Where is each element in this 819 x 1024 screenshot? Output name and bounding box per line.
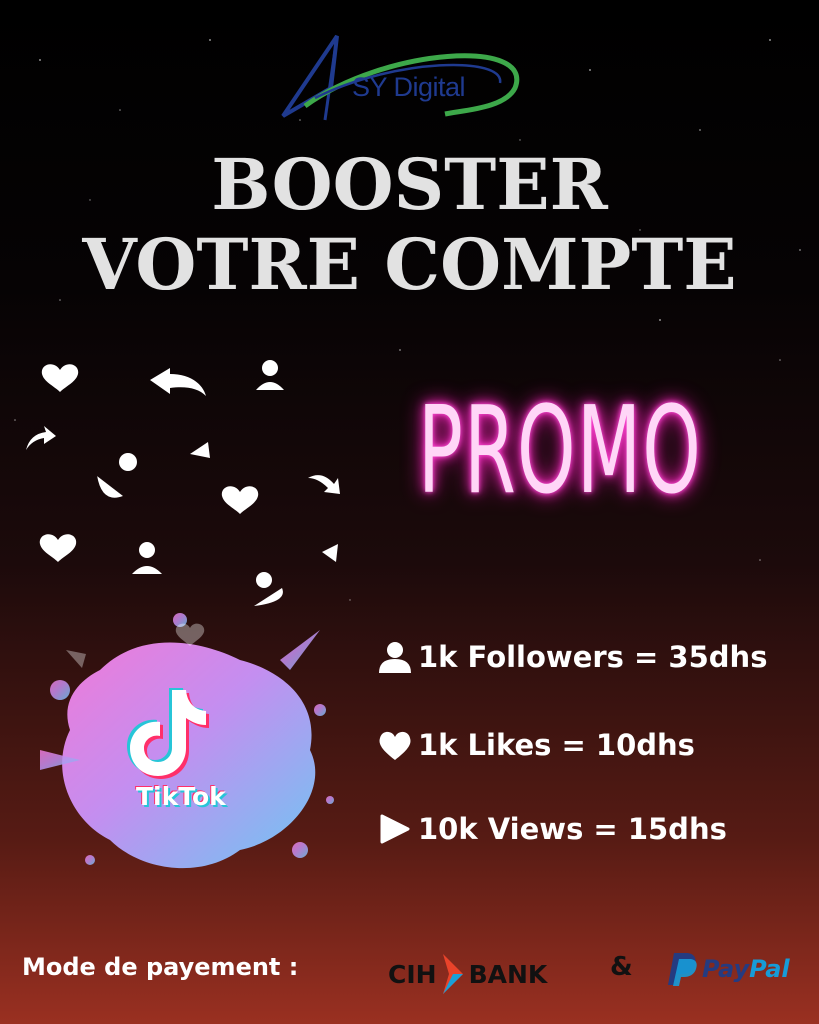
price-likes: 1k Likes = 10dhs	[376, 728, 695, 762]
price-views: 10k Views = 15dhs	[376, 812, 727, 846]
tiktok-paint-splash	[40, 613, 334, 869]
cih-bank-logo: CIH BANK	[388, 952, 547, 996]
price-likes-label: 1k Likes = 10dhs	[418, 728, 695, 762]
cih-text: CIH	[388, 959, 437, 989]
headline-line-1: BOOSTER	[211, 143, 608, 226]
headline-line-2: VOTRE COMPTE	[82, 223, 737, 306]
brand-name: SY Digital	[352, 72, 466, 102]
heart-icon	[221, 486, 259, 514]
arrow-icon	[308, 475, 340, 494]
play-icon	[380, 814, 410, 844]
user-icon	[256, 360, 284, 390]
chevron-right-icon	[442, 954, 463, 994]
play-icon	[322, 544, 338, 562]
user-icon	[379, 642, 411, 673]
price-views-label: 10k Views = 15dhs	[418, 812, 727, 846]
tiktok-wordmark: TikTok	[136, 782, 226, 811]
price-followers: 1k Followers = 35dhs	[376, 640, 767, 674]
bank-text: BANK	[468, 959, 548, 989]
heart-icon	[41, 364, 79, 392]
payment-separator: &	[610, 952, 633, 982]
arrow-icon	[150, 368, 206, 396]
promo-neon-text: PROMO	[418, 382, 703, 521]
user-icon	[97, 453, 137, 498]
paypal-icon	[668, 953, 697, 986]
heart-icon	[379, 731, 411, 760]
paypal-text-pay: Pay	[702, 955, 750, 983]
arrow-icon	[26, 426, 56, 450]
paypal-text-pal: Pal	[749, 955, 790, 983]
paypal-logo: Pay Pal	[668, 951, 790, 987]
play-icon	[190, 442, 210, 458]
payment-mode-label: Mode de payement :	[22, 953, 299, 981]
price-followers-label: 1k Followers = 35dhs	[418, 640, 768, 674]
heart-icon	[39, 534, 77, 562]
user-icon	[132, 542, 162, 574]
